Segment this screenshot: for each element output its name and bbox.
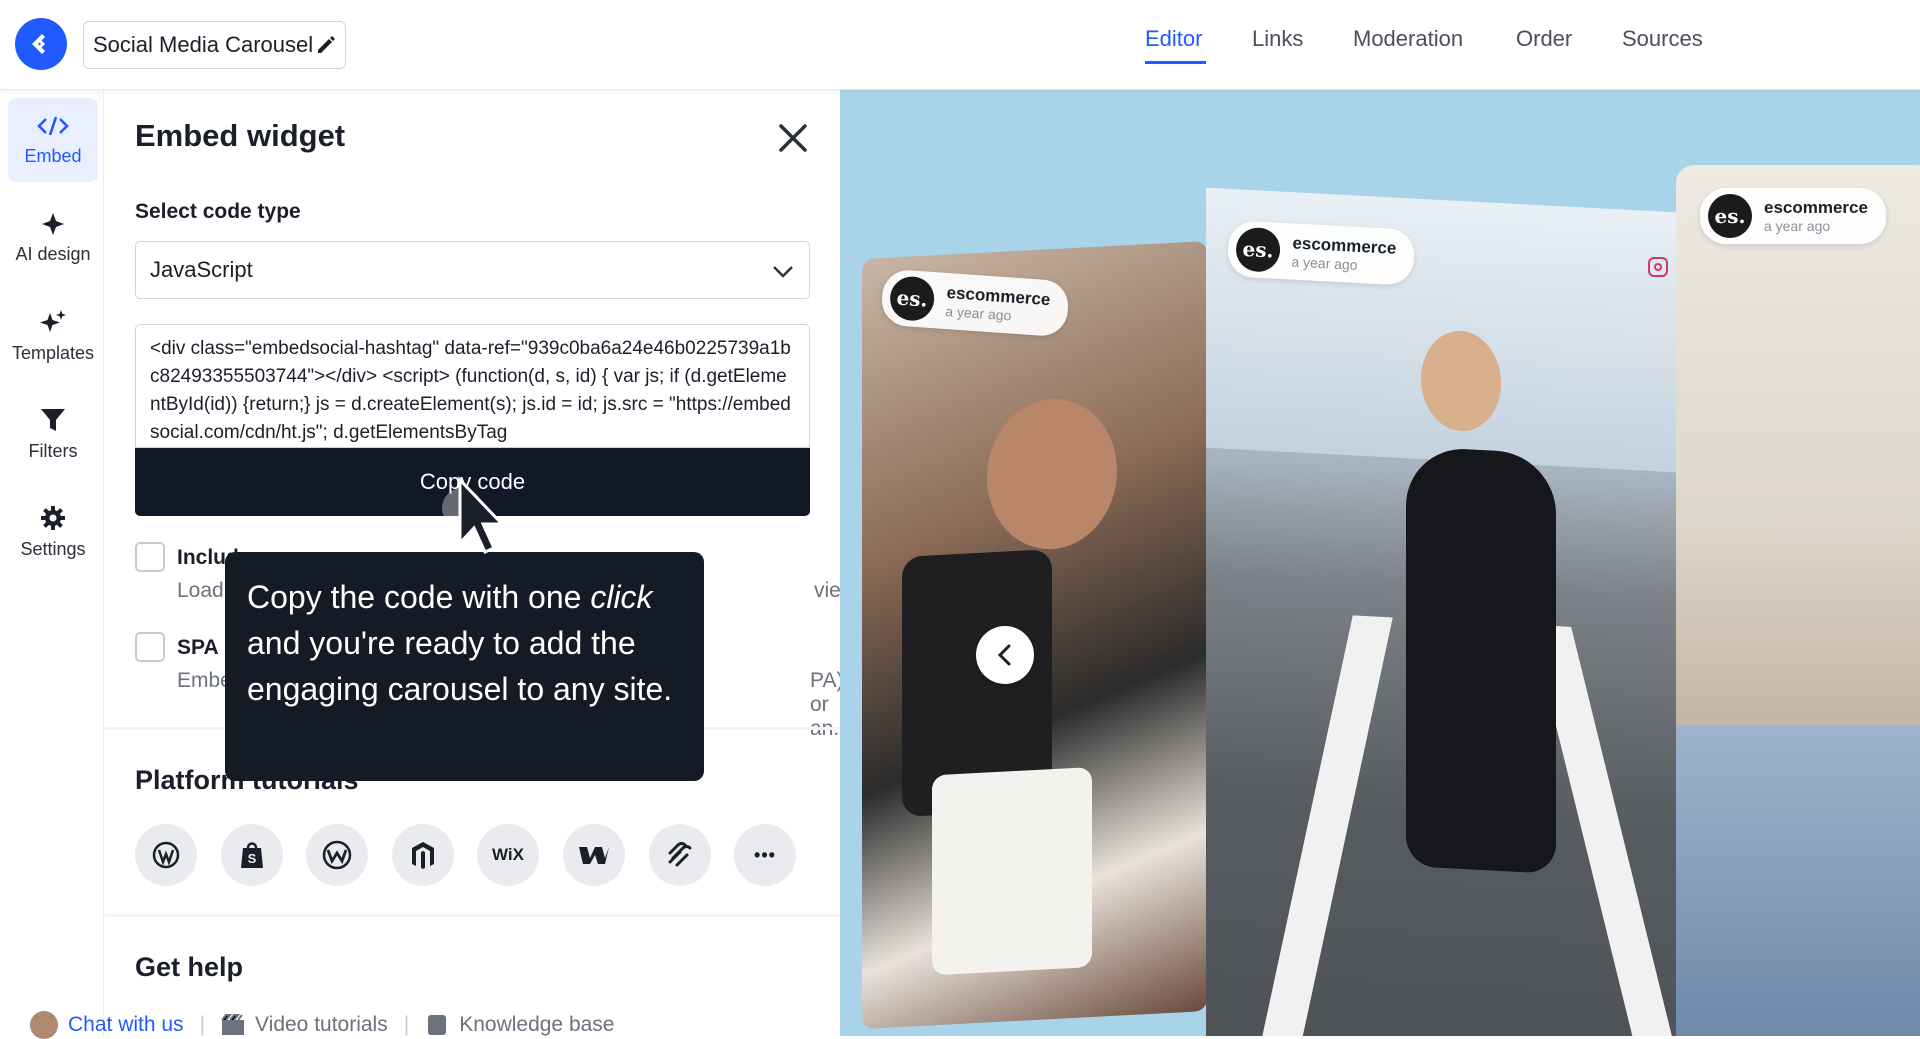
tab-sources[interactable]: Sources	[1622, 26, 1703, 52]
post-card[interactable]	[1676, 165, 1920, 1036]
post-card[interactable]	[862, 240, 1207, 1030]
tooltip-emphasis: click	[590, 579, 653, 615]
photo	[1259, 615, 1393, 1036]
tab-links[interactable]: Links	[1252, 26, 1303, 52]
wix-icon[interactable]: WiX	[477, 824, 539, 886]
tab-order[interactable]: Order	[1516, 26, 1572, 52]
panel-title: Embed widget	[135, 118, 346, 153]
webflow-icon[interactable]	[306, 824, 368, 886]
instagram-icon	[1648, 257, 1668, 277]
widget-title: Social Media Carousel	[93, 32, 314, 57]
sidebar: Embed AI design Templates Filters Settin…	[0, 90, 104, 1036]
filter-icon	[41, 408, 65, 431]
wordpress-icon[interactable]	[135, 824, 197, 886]
chevron-down-icon	[773, 266, 793, 278]
spa-option-title: SPA	[177, 636, 219, 659]
avatar: es.	[1708, 194, 1752, 238]
include-option-desc: Load	[177, 579, 224, 602]
sidebar-item-label: Filters	[28, 440, 78, 461]
close-icon[interactable]	[775, 120, 811, 156]
code-type-value: JavaScript	[150, 257, 253, 282]
shopify-icon[interactable]: S	[221, 824, 283, 886]
book-icon	[428, 1015, 447, 1035]
code-type-label: Select code type	[135, 200, 301, 223]
squarespace-icon[interactable]	[649, 824, 711, 886]
sparkle-icon	[42, 212, 64, 235]
onboarding-tooltip: Copy the code with one click and you're …	[225, 552, 704, 781]
logo-icon	[32, 34, 45, 54]
photo	[1676, 725, 1920, 1036]
embed-code-textarea[interactable]: <div class="embedsocial-hashtag" data-re…	[135, 324, 810, 448]
sidebar-item-ai-design[interactable]: AI design	[8, 196, 98, 280]
active-tab-indicator	[1145, 61, 1206, 64]
sidebar-item-settings[interactable]: Settings	[8, 490, 98, 574]
sidebar-item-label: Templates	[11, 342, 95, 363]
divider	[105, 914, 840, 917]
video-tutorials-link[interactable]: Video tutorials	[255, 1013, 388, 1037]
video-icon	[221, 1014, 245, 1035]
carousel-prev-button[interactable]	[976, 626, 1034, 684]
svg-text:S: S	[248, 851, 257, 866]
spa-checkbox[interactable]	[135, 632, 165, 662]
spa-option-desc: Embe	[177, 669, 232, 692]
photo	[932, 766, 1092, 976]
widget-title-field[interactable]: Social Media Carousel	[83, 21, 346, 69]
separator: |	[199, 1013, 206, 1036]
author-name: escommerce	[1764, 198, 1868, 217]
sidebar-item-label: Settings	[20, 538, 86, 559]
post-author-badge: es. escommerce a year ago	[1700, 188, 1886, 244]
sidebar-item-templates[interactable]: Templates	[8, 294, 98, 378]
sidebar-item-embed[interactable]: Embed	[8, 98, 98, 182]
sidebar-item-label: Embed	[24, 145, 82, 166]
help-links: Chat with us | Video tutorials | Knowled…	[30, 1011, 615, 1039]
sidebar-item-label: AI design	[15, 243, 91, 264]
separator: |	[403, 1013, 410, 1036]
agent-avatar	[30, 1011, 58, 1039]
pencil-icon[interactable]	[315, 34, 337, 56]
sidebar-item-filters[interactable]: Filters	[8, 392, 98, 476]
webflow-w-icon[interactable]	[563, 824, 625, 886]
magento-icon[interactable]	[392, 824, 454, 886]
avatar: es.	[1234, 226, 1282, 273]
photo	[1406, 446, 1556, 874]
more-icon[interactable]: •••	[734, 824, 796, 886]
code-type-select[interactable]: JavaScript	[135, 241, 810, 299]
get-help-title: Get help	[135, 952, 244, 982]
knowledge-base-link[interactable]: Knowledge base	[459, 1013, 614, 1037]
post-time: a year ago	[1764, 218, 1831, 234]
include-checkbox[interactable]	[135, 542, 165, 572]
avatar: es.	[888, 275, 936, 323]
sparkles-icon	[40, 309, 66, 332]
carousel-preview: es. escommerce a year ago es. escommerce…	[840, 90, 1920, 1036]
tooltip-text-rest: and you're ready to add the engaging car…	[247, 625, 673, 707]
chat-with-us-link[interactable]: Chat with us	[68, 1013, 184, 1037]
code-icon	[37, 116, 69, 135]
app-logo[interactable]	[15, 18, 67, 70]
photo	[987, 395, 1117, 553]
gear-icon	[41, 505, 65, 530]
top-bar: Social Media Carousel Editor Links Moder…	[0, 0, 1920, 90]
post-author-badge: es. escommerce a year ago	[1226, 220, 1416, 286]
chevron-left-icon	[997, 644, 1011, 666]
tooltip-text: Copy the code with one	[247, 579, 591, 615]
tab-editor[interactable]: Editor	[1145, 26, 1202, 52]
tab-moderation[interactable]: Moderation	[1353, 26, 1463, 52]
mouse-cursor-icon	[442, 476, 506, 554]
